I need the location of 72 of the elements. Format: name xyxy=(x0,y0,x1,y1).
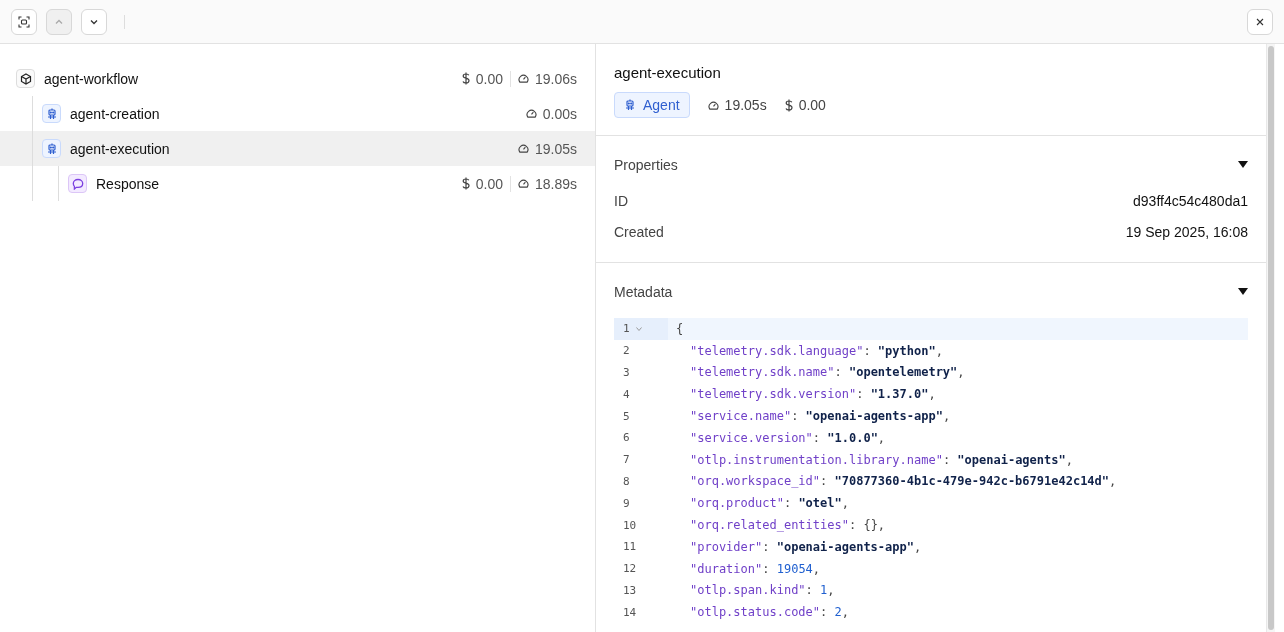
dollar-icon xyxy=(784,98,793,112)
line-number: 14 xyxy=(622,604,638,621)
property-value: 19 Sep 2025, 16:08 xyxy=(1125,224,1248,240)
dollar-icon xyxy=(461,72,470,85)
cost-text: 0.00 xyxy=(475,70,503,87)
tree-row[interactable]: Response 0.00 18.89s xyxy=(0,166,595,201)
robot-icon xyxy=(42,139,61,158)
line-number: 10 xyxy=(622,517,638,534)
code-line: "duration": 19054, xyxy=(689,561,821,576)
duration-text: 19.06s xyxy=(534,70,577,87)
cost-text: 0.00 xyxy=(475,175,503,192)
gauge-icon xyxy=(517,73,529,84)
duration-text: 19.05s xyxy=(534,140,577,157)
line-number: 3 xyxy=(622,365,631,381)
scrollbar-thumb[interactable] xyxy=(1268,46,1274,630)
cube-icon xyxy=(16,69,35,88)
line-number: 11 xyxy=(622,539,638,556)
line-number: 4 xyxy=(622,386,631,403)
dollar-icon xyxy=(461,177,470,190)
duration-text: 19.05s xyxy=(724,97,767,113)
collapse-triangle-icon[interactable] xyxy=(1238,161,1248,168)
code-line: "telemetry.sdk.version": "1.37.0", xyxy=(689,387,936,402)
span-name: Response xyxy=(96,175,161,192)
gauge-icon xyxy=(707,99,719,111)
focus-button[interactable] xyxy=(11,8,37,35)
code-line: "provider": "openai-agents-app", xyxy=(689,539,922,554)
robot-icon xyxy=(42,104,61,123)
gauge-icon xyxy=(517,143,529,154)
close-button[interactable] xyxy=(1247,8,1273,35)
line-number: 5 xyxy=(622,408,631,425)
duration-text: 18.89s xyxy=(534,175,577,192)
close-icon xyxy=(1255,16,1265,27)
line-number: 9 xyxy=(622,495,631,512)
line-number: 12 xyxy=(622,561,638,578)
focus-icon xyxy=(18,15,30,28)
code-line: "telemetry.sdk.language": "python", xyxy=(689,343,943,358)
code-line: { xyxy=(675,321,684,336)
code-line: "otlp.status.code": 2, xyxy=(689,605,849,620)
collapse-triangle-icon[interactable] xyxy=(1238,288,1248,295)
chat-bubble-icon xyxy=(68,174,87,193)
next-button[interactable] xyxy=(81,8,107,35)
property-label: ID xyxy=(614,193,628,209)
span-name: agent-execution xyxy=(70,140,171,157)
tree-row[interactable]: agent-workflow 0.00 19.06s xyxy=(0,61,595,96)
span-name: agent-creation xyxy=(70,105,161,122)
tree-row[interactable]: agent-execution 19.05s xyxy=(0,131,595,166)
property-label: Created xyxy=(614,224,664,240)
code-line: "telemetry.sdk.name": "opentelemetry", xyxy=(689,365,965,380)
code-line: "service.version": "1.0.0", xyxy=(689,430,886,445)
code-line: "otlp.span.kind": 1, xyxy=(689,583,835,598)
line-number: 13 xyxy=(622,582,638,599)
duration-text: 0.00s xyxy=(542,105,577,122)
gauge-icon xyxy=(517,178,529,189)
code-line: "otlp.instrumentation.library.name": "openai-agents", xyxy=(689,452,1073,467)
code-line: "orq.product": "otel", xyxy=(689,496,849,511)
section-title: Metadata xyxy=(614,283,673,300)
line-number: 7 xyxy=(622,452,631,469)
property-value: d93ff4c54c480da1 xyxy=(1133,193,1248,209)
span-name: agent-workflow xyxy=(44,70,140,87)
line-number: 1 xyxy=(614,318,668,340)
span-title: agent-execution xyxy=(614,64,722,81)
fold-chevron-icon[interactable] xyxy=(635,326,642,331)
line-number: 8 xyxy=(622,473,631,490)
cost-text: 0.00 xyxy=(798,97,826,113)
line-number: 6 xyxy=(622,430,631,447)
code-line: "orq.related_entities": {}, xyxy=(689,518,886,533)
line-number: 2 xyxy=(622,343,631,360)
section-title: Properties xyxy=(614,156,678,173)
type-badge: Agent xyxy=(614,92,690,118)
gauge-icon xyxy=(525,108,537,119)
code-line: "service.name": "openai-agents-app", xyxy=(689,409,951,424)
code-line: "orq.workspace_id": "70877360-4b1c-479e-942c-b6791e42c14d", xyxy=(689,474,1117,489)
